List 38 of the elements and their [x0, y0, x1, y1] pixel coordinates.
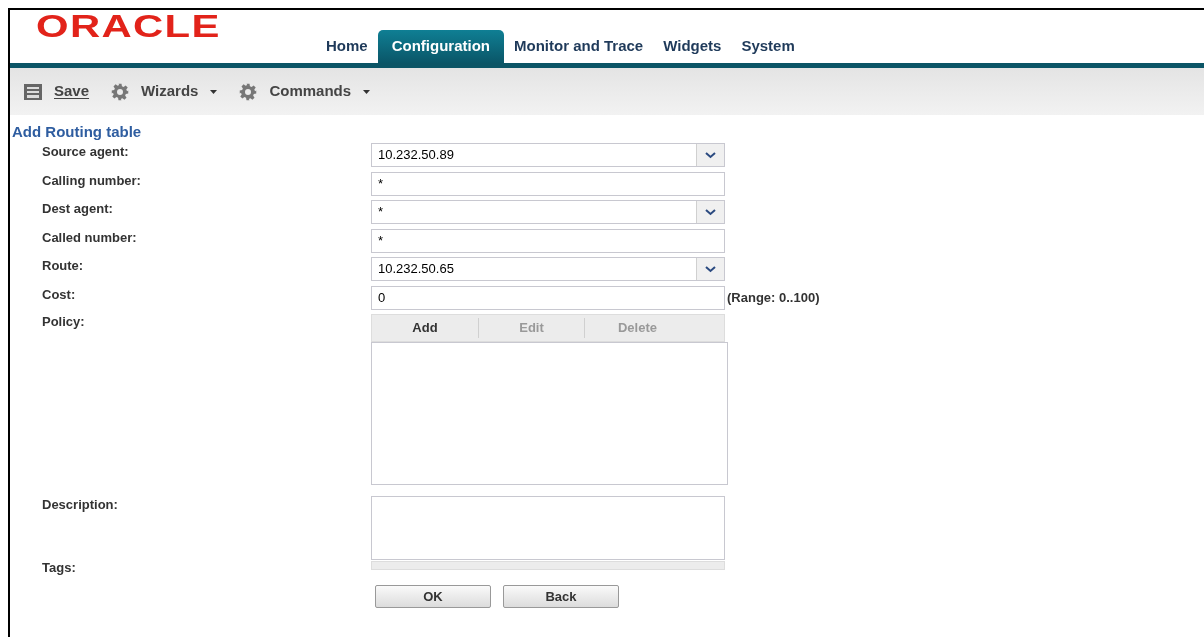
field-label: Source agent:: [41, 143, 130, 160]
toolbar-button[interactable]: Commands: [239, 80, 371, 103]
dropdown-field[interactable]: 10.232.50.89: [371, 143, 725, 167]
nav-tab[interactable]: Widgets: [653, 30, 732, 63]
text-field[interactable]: 0: [371, 285, 725, 310]
field-label: Policy:: [41, 314, 86, 331]
form-button[interactable]: OK: [375, 585, 491, 608]
field-label: Called number:: [41, 228, 138, 246]
save-icon: [24, 83, 42, 100]
nav-tab[interactable]: System: [731, 30, 805, 63]
chevron-down-icon: [705, 208, 716, 216]
gear-icon: [239, 82, 258, 101]
form-button[interactable]: Back: [503, 585, 619, 608]
form-title: Add Routing table: [11, 123, 143, 141]
chevron-down-icon: [705, 151, 716, 159]
toolbar-button[interactable]: Save: [24, 80, 90, 103]
text-field[interactable]: *: [371, 228, 725, 253]
toolbar-button[interactable]: Wizards: [111, 80, 218, 103]
gear-icon: [111, 82, 130, 101]
field-label: Description:: [41, 496, 119, 514]
text-field[interactable]: *: [371, 171, 725, 196]
policy-action[interactable]: Add: [372, 318, 478, 338]
nav-tab[interactable]: Home: [316, 30, 378, 63]
field-label: Calling number:: [41, 171, 142, 189]
nav-tab[interactable]: Configuration: [377, 30, 504, 63]
dropdown-field[interactable]: *: [371, 200, 725, 224]
nav-tab[interactable]: Monitor and Trace: [504, 30, 654, 63]
field-label: Cost:: [41, 285, 77, 303]
dropdown-field[interactable]: 10.232.50.65: [371, 257, 725, 281]
field-label: Route:: [41, 257, 85, 274]
description-field[interactable]: [371, 496, 725, 560]
oracle-logo: ORACLE: [36, 10, 221, 44]
caret-icon: [363, 89, 371, 94]
caret-icon: [210, 89, 218, 94]
field-label: Tags:: [41, 561, 77, 575]
chevron-down-icon: [705, 265, 716, 273]
field-label: Dest agent:: [41, 200, 114, 217]
range-hint: (Range: 0..100): [726, 288, 820, 307]
